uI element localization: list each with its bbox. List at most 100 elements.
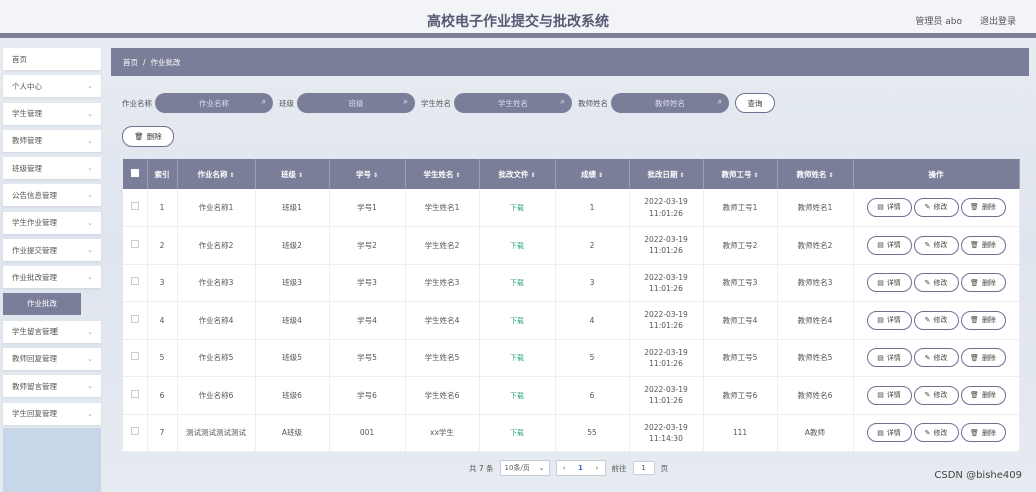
- row-checkbox[interactable]: [130, 314, 139, 323]
- row-checkbox[interactable]: [130, 239, 139, 248]
- detail-button[interactable]: ▤ 详情: [866, 385, 912, 405]
- sort-icon[interactable]: ⇕: [679, 172, 684, 179]
- chevron-down-icon: ⌄: [87, 354, 93, 363]
- detail-button[interactable]: ▤ 详情: [866, 310, 912, 330]
- detail-button[interactable]: ▤ 详情: [866, 273, 912, 293]
- row-actions: ▤ 详情 ✎ 修改 🗑 删除: [853, 189, 1020, 227]
- detail-button[interactable]: ▤ 详情: [866, 235, 912, 255]
- delete-button[interactable]: 🗑 删除: [960, 310, 1006, 330]
- row-checkbox[interactable]: [130, 201, 139, 210]
- page-size-select[interactable]: 10条/页 ⌄: [499, 460, 550, 476]
- homework-name-label: 作业名称: [122, 98, 152, 108]
- table-cell: 教师工号5: [703, 339, 778, 377]
- edit-button[interactable]: ✎ 修改: [913, 348, 959, 368]
- logout-link[interactable]: 退出登录: [980, 14, 1016, 27]
- sidebar-item[interactable]: 公告信息管理 ⌄: [3, 184, 101, 207]
- download-link[interactable]: 下载: [510, 429, 524, 437]
- delete-button[interactable]: 🗑 删除: [960, 235, 1006, 255]
- edit-button[interactable]: ✎ 修改: [913, 310, 959, 330]
- table-cell: 班级6: [255, 376, 330, 415]
- sidebar-item[interactable]: 学生作业管理 ⌄: [3, 211, 101, 234]
- column-header[interactable]: 成绩 ⇕: [555, 159, 630, 189]
- sidebar-item[interactable]: 学生管理 ⌄: [3, 102, 101, 125]
- edit-button[interactable]: ✎ 修改: [913, 235, 959, 255]
- row-checkbox[interactable]: [130, 427, 139, 436]
- query-button[interactable]: 查询: [735, 93, 775, 113]
- sidebar-item[interactable]: 班级管理 ⌄: [3, 157, 101, 180]
- sort-icon[interactable]: ⇕: [455, 172, 460, 179]
- sidebar-item[interactable]: 作业批改管理 ⌄: [3, 266, 101, 289]
- column-header[interactable]: 作业名称 ⇕: [177, 159, 256, 189]
- delete-button[interactable]: 🗑 删除: [960, 423, 1006, 443]
- column-header[interactable]: 学生姓名 ⇕: [405, 159, 480, 189]
- homework-name-input[interactable]: 作业名称 ⌕: [155, 93, 273, 113]
- column-header[interactable]: 批改文件 ⇕: [479, 159, 556, 189]
- table-cell: 1: [555, 189, 630, 227]
- row-checkbox[interactable]: [130, 352, 139, 361]
- row-select-cell: [123, 376, 148, 415]
- edit-button[interactable]: ✎ 修改: [913, 198, 959, 217]
- next-page-icon[interactable]: ›: [595, 464, 598, 472]
- edit-button[interactable]: ✎ 修改: [913, 385, 959, 405]
- student-name-input[interactable]: 学生姓名 ⌕: [454, 93, 572, 113]
- sort-icon[interactable]: ⇕: [753, 172, 758, 179]
- edit-button[interactable]: ✎ 修改: [913, 423, 959, 443]
- sidebar-item-label: 作业提交管理: [12, 245, 57, 255]
- download-link[interactable]: 下载: [510, 317, 524, 325]
- table-cell: 班级3: [255, 264, 330, 302]
- breadcrumb-home[interactable]: 首页: [123, 57, 138, 68]
- column-header[interactable]: 教师工号 ⇕: [703, 159, 778, 189]
- column-header[interactable]: 操作: [853, 159, 1020, 189]
- breadcrumb-separator: /: [143, 57, 146, 67]
- class-input[interactable]: 班级 ⌕: [297, 93, 415, 113]
- search-icon: ⌕: [261, 97, 266, 106]
- current-page[interactable]: 1: [578, 464, 583, 472]
- column-header[interactable]: 学号 ⇕: [329, 159, 406, 189]
- edit-button[interactable]: ✎ 修改: [913, 273, 959, 293]
- sort-icon[interactable]: ⇕: [229, 172, 234, 179]
- column-header[interactable]: 班级 ⇕: [255, 159, 330, 189]
- download-link[interactable]: 下载: [510, 354, 524, 362]
- table-cell: 班级5: [255, 339, 330, 377]
- sort-icon[interactable]: ⇕: [828, 172, 833, 179]
- detail-button[interactable]: ▤ 详情: [866, 423, 912, 443]
- table-cell: 教师工号3: [703, 264, 778, 302]
- delete-button[interactable]: 🗑 删除: [960, 385, 1006, 405]
- sidebar-item[interactable]: 教师管理 ⌄: [3, 129, 101, 152]
- delete-button[interactable]: 🗑 删除: [960, 273, 1006, 293]
- table-cell: 下载: [479, 414, 556, 452]
- delete-button[interactable]: 🗑 删除: [960, 348, 1006, 368]
- delete-button[interactable]: 🗑 删除: [960, 198, 1006, 217]
- detail-button[interactable]: ▤ 详情: [866, 198, 912, 217]
- sort-icon[interactable]: ⇕: [598, 172, 603, 179]
- sidebar-item[interactable]: 教师留言管理 ⌄: [3, 375, 101, 398]
- goto-page-input[interactable]: 1: [632, 461, 655, 475]
- sidebar-subitem-active[interactable]: 作业批改: [3, 292, 81, 315]
- detail-button[interactable]: ▤ 详情: [866, 348, 912, 368]
- column-header[interactable]: 批改日期 ⇕: [629, 159, 704, 189]
- row-checkbox[interactable]: [130, 389, 139, 398]
- download-link[interactable]: 下载: [510, 392, 524, 400]
- batch-delete-button[interactable]: 🗑 删除: [122, 126, 174, 147]
- download-link[interactable]: 下载: [510, 204, 524, 212]
- row-checkbox[interactable]: [130, 277, 139, 286]
- sidebar-item[interactable]: 作业提交管理 ⌄: [3, 239, 101, 262]
- column-header[interactable]: 教师姓名 ⇕: [777, 159, 854, 189]
- column-header[interactable]: 索引: [147, 159, 178, 189]
- sort-icon[interactable]: ⇕: [530, 172, 535, 179]
- sort-icon[interactable]: ⇕: [298, 172, 303, 179]
- sidebar-item[interactable]: 学生回复管理 ⌄: [3, 402, 101, 425]
- sort-icon[interactable]: ⇕: [373, 172, 378, 179]
- select-all-checkbox[interactable]: [130, 169, 139, 177]
- sidebar-item[interactable]: 首页: [3, 48, 101, 70]
- download-link[interactable]: 下载: [510, 279, 524, 287]
- download-link[interactable]: 下载: [510, 242, 524, 250]
- sidebar-item[interactable]: 教师回复管理 ⌄: [3, 347, 101, 370]
- table-cell: A教师: [777, 414, 854, 452]
- chevron-down-icon: ⌄: [87, 218, 93, 227]
- sidebar-item-label: 学生回复管理: [12, 409, 57, 419]
- table-cell: 学号1: [329, 189, 406, 227]
- teacher-name-input[interactable]: 教师姓名 ⌕: [611, 93, 729, 113]
- sidebar-item[interactable]: 个人中心 ⌄: [3, 75, 101, 98]
- prev-page-icon[interactable]: ‹: [563, 464, 566, 472]
